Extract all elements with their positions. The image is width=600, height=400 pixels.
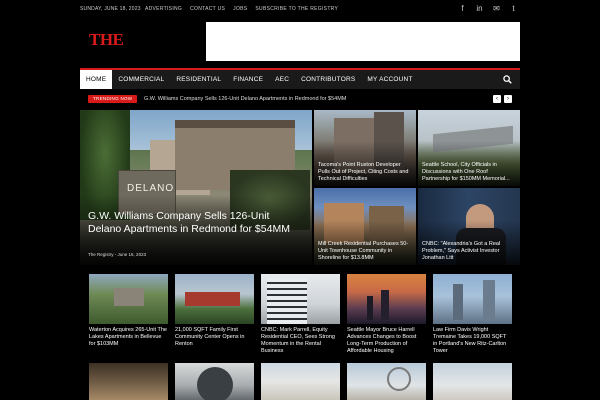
current-date: SUNDAY, JUNE 18, 2023 [80,6,141,12]
card-title[interactable]: Waterton Acquires 265-Unit The Lakes Apa… [89,327,168,348]
linkedin-icon[interactable]: in [475,4,484,13]
tile-title[interactable]: Mill Creek Residential Purchases 50-Unit… [318,241,413,262]
tile-title[interactable]: CNBC: "Alexandria's Got a Real Problem,"… [422,241,517,262]
main-nav: HOME COMMERCIAL RESIDENTIAL FINANCE AEC … [80,70,520,89]
card-image [433,274,512,324]
card-title[interactable]: Law Firm Davis Wright Tremaine Takes 19,… [433,327,512,355]
trending-ticker: TRENDING NOW G.W. Williams Company Sells… [80,92,520,106]
featured-tile[interactable]: CNBC: "Alexandria's Got a Real Problem,"… [418,188,520,265]
article-card[interactable]: Waterton Acquires 265-Unit The Lakes Apa… [89,274,168,348]
hero-article[interactable]: DELANO G.W. Williams Company Sells 126-U… [80,110,312,265]
top-link-subscribe[interactable]: SUBSCRIBE TO THE REGISTRY [255,6,338,12]
chevron-left-icon[interactable]: ‹ [493,95,501,103]
article-card[interactable] [175,363,254,400]
nav-finance[interactable]: FINANCE [227,70,269,89]
site-logo[interactable]: THE [89,30,124,50]
nav-home[interactable]: HOME [80,70,113,89]
article-card[interactable] [347,363,426,400]
card-image [175,363,254,400]
article-card[interactable] [89,363,168,400]
featured-tile[interactable]: Seattle School, City Officials in Discus… [418,110,520,186]
article-card[interactable] [433,363,512,400]
search-icon[interactable] [503,75,512,84]
tile-title[interactable]: Seattle School, City Officials in Discus… [422,162,517,183]
trending-headline[interactable]: G.W. Williams Company Sells 126-Unit Del… [144,96,346,102]
tile-title[interactable]: Tacoma's Point Ruston Developer Pulls Ou… [318,162,413,183]
trending-badge: TRENDING NOW [88,95,138,103]
card-title[interactable]: CNBC: Mark Parrell, Equity Residential C… [261,327,340,355]
hero-author[interactable]: The Registry [88,252,114,257]
top-link-jobs[interactable]: JOBS [233,6,247,12]
top-link-contact[interactable]: CONTACT US [190,6,225,12]
nav-my-account[interactable]: MY ACCOUNT [361,70,418,89]
email-icon[interactable]: ✉ [492,4,501,13]
hero-meta: The Registry - June 16, 2023 [88,252,146,257]
nav-aec[interactable]: AEC [269,70,295,89]
card-image [261,363,340,400]
card-image [347,274,426,324]
card-image [347,363,426,400]
card-image [89,363,168,400]
top-link-advertising[interactable]: ADVERTISING [145,6,182,12]
top-bar: SUNDAY, JUNE 18, 2023 ADVERTISING CONTAC… [0,0,600,20]
card-title[interactable]: Seattle Mayor Bruce Harrell Advances Cha… [347,327,426,355]
article-card[interactable]: Seattle Mayor Bruce Harrell Advances Cha… [347,274,426,355]
nav-residential[interactable]: RESIDENTIAL [170,70,227,89]
card-image [433,363,512,400]
article-card[interactable]: CNBC: Mark Parrell, Equity Residential C… [261,274,340,355]
nav-contributors[interactable]: CONTRIBUTORS [295,70,361,89]
article-card[interactable]: 21,000 SQFT Family First Community Cente… [175,274,254,348]
social-links: f in ✉ t [458,4,518,13]
nav-commercial[interactable]: COMMERCIAL [112,70,170,89]
banner-ad[interactable] [206,22,520,61]
card-image [261,274,340,324]
article-card[interactable] [261,363,340,400]
chevron-right-icon[interactable]: › [504,95,512,103]
card-title[interactable]: 21,000 SQFT Family First Community Cente… [175,327,254,348]
hero-title[interactable]: G.W. Williams Company Sells 126-Unit Del… [88,210,303,236]
article-card[interactable]: Law Firm Davis Wright Tremaine Takes 19,… [433,274,512,355]
facebook-icon[interactable]: f [458,4,467,13]
card-image [89,274,168,324]
card-image [175,274,254,324]
twitter-icon[interactable]: t [509,4,518,13]
ticker-controls: ‹ › [493,95,512,103]
featured-tile[interactable]: Tacoma's Point Ruston Developer Pulls Ou… [314,110,416,186]
site-header: THE [0,20,600,68]
featured-tile[interactable]: Mill Creek Residential Purchases 50-Unit… [314,188,416,265]
hero-meta-separator: - [114,252,117,257]
top-links: ADVERTISING CONTACT US JOBS SUBSCRIBE TO… [145,6,338,12]
hero-date: June 16, 2023 [117,252,147,257]
